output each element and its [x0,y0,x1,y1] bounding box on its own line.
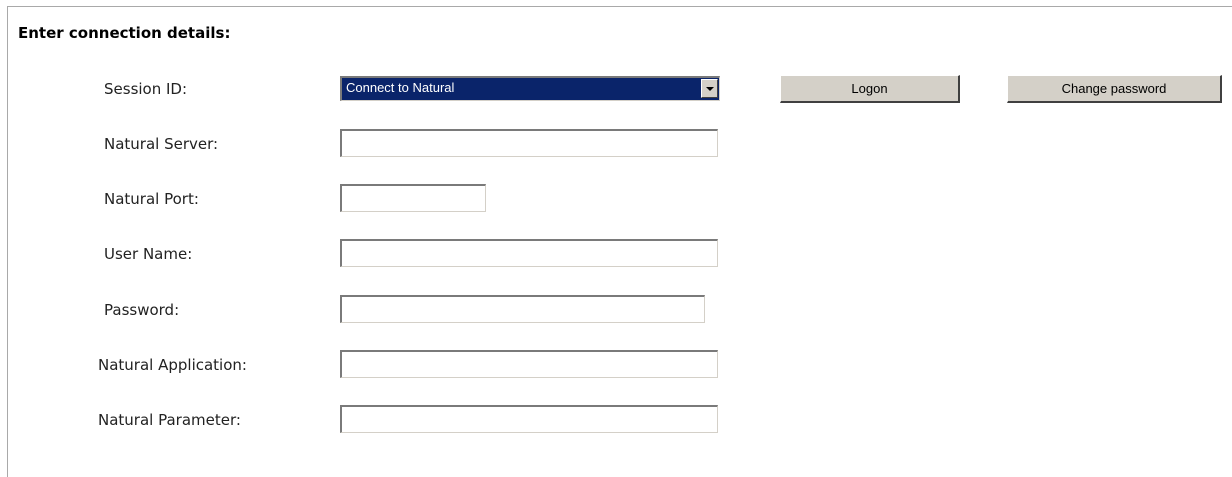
panel-left-border [7,6,8,477]
password-input[interactable] [340,295,705,323]
change-password-button[interactable]: Change password [1007,75,1222,103]
natural-server-input[interactable] [340,129,718,157]
logon-button[interactable]: Logon [780,75,960,103]
natural-server-label: Natural Server: [104,135,219,153]
connection-panel: Enter connection details: Session ID: Co… [0,0,1232,477]
natural-application-input[interactable] [340,350,718,378]
panel-top-border [7,6,1232,7]
natural-parameter-input[interactable] [340,405,718,433]
natural-port-input[interactable] [340,184,486,212]
session-id-selected-value: Connect to Natural [346,80,455,95]
natural-parameter-label: Natural Parameter: [98,411,241,429]
chevron-down-icon[interactable] [701,79,718,98]
user-name-label: User Name: [104,245,193,263]
session-id-label: Session ID: [104,80,188,98]
user-name-input[interactable] [340,239,718,267]
form-heading: Enter connection details: [18,24,231,42]
natural-port-label: Natural Port: [104,190,199,208]
natural-application-label: Natural Application: [98,356,247,374]
session-id-select[interactable]: Connect to Natural [340,76,720,101]
password-label: Password: [104,301,180,319]
